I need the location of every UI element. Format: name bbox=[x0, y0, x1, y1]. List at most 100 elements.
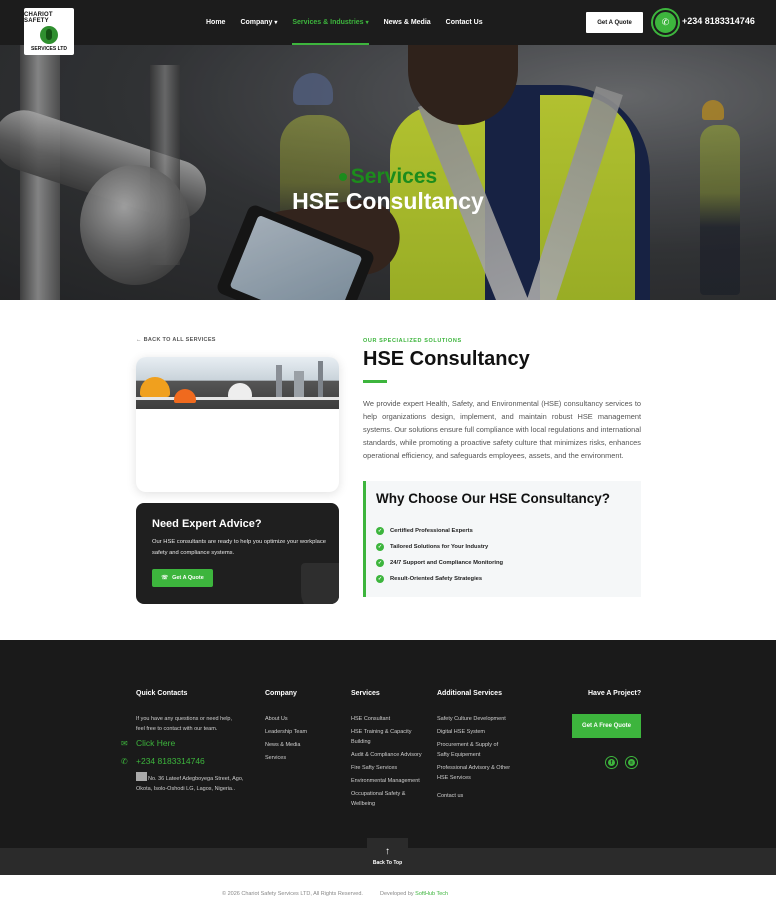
footer-link[interactable]: News & Media bbox=[265, 740, 335, 750]
refinery-tower bbox=[318, 361, 323, 399]
advice-get-quote-button[interactable]: ☏ Get A Quote bbox=[152, 569, 213, 587]
hard-hat bbox=[174, 389, 196, 403]
footer-link[interactable]: Digital HSE System bbox=[437, 727, 511, 737]
footer-link[interactable]: HSE Consultant bbox=[351, 714, 427, 724]
expert-advice-card: Need Expert Advice? Our HSE consultants … bbox=[136, 503, 339, 604]
back-link-label: BACK TO ALL SERVICES bbox=[143, 337, 216, 343]
back-to-top-label: Back To Top bbox=[372, 860, 403, 866]
phone-icon[interactable]: ✆ bbox=[653, 10, 678, 35]
dot-icon bbox=[338, 173, 347, 182]
list-item: ✓ Tailored Solutions for Your Industry bbox=[376, 539, 503, 555]
nav-label: Company bbox=[240, 19, 273, 26]
footer-link[interactable]: HSE Training & Capacity Building bbox=[351, 727, 427, 747]
refinery-tower bbox=[294, 371, 304, 399]
hero-title: HSE Consultancy bbox=[292, 188, 484, 214]
advice-title: Need Expert Advice? bbox=[152, 518, 262, 530]
list-item-label: Tailored Solutions for Your Industry bbox=[390, 544, 489, 550]
title-underline bbox=[363, 380, 387, 383]
nav-company[interactable]: Company ▾ bbox=[240, 0, 277, 45]
back-to-top-button[interactable]: ↑ Back To Top bbox=[367, 838, 408, 875]
phone-icon: ✆ bbox=[121, 756, 128, 766]
advice-text: Our HSE consultants are ready to help yo… bbox=[152, 539, 326, 556]
header-phone-number[interactable]: +234 8183314746 bbox=[682, 16, 755, 26]
service-image bbox=[136, 357, 339, 409]
map-icon bbox=[136, 772, 147, 781]
footer-link[interactable]: Safety Culture Development bbox=[437, 714, 511, 724]
nav-label: Home bbox=[206, 19, 226, 26]
why-choose-list: ✓ Certified Professional Experts ✓ Tailore… bbox=[376, 523, 503, 587]
arrow-left-icon: ← bbox=[136, 337, 142, 343]
footer-link[interactable]: Occupational Safety & Wellbeing bbox=[351, 789, 427, 809]
nav-services-industries[interactable]: Services & Industries ▾ bbox=[292, 0, 369, 45]
footer-link[interactable]: Services bbox=[265, 753, 335, 763]
get-a-free-quote-button[interactable]: Get A Free Quote bbox=[572, 714, 641, 738]
footer-email-label: Click Here bbox=[136, 738, 176, 748]
footer-link[interactable]: Environmental Management bbox=[351, 776, 427, 786]
copyright-bar: © 2026 Chariot Safety Services LTD, All … bbox=[0, 875, 776, 913]
company-logo[interactable]: CHARIOT SAFETY SERVICES LTD bbox=[24, 8, 74, 55]
shield-icon bbox=[301, 563, 339, 604]
main-nav: Home Company ▾ Services & Industries ▾ New… bbox=[206, 0, 498, 45]
nav-label: Services & Industries bbox=[292, 19, 364, 26]
why-choose-title: Why Choose Our HSE Consultancy? bbox=[376, 491, 611, 506]
service-image-card bbox=[136, 357, 339, 492]
footer-link[interactable]: Contact us bbox=[437, 791, 511, 801]
hard-hat bbox=[140, 377, 170, 397]
hero-eyebrow: Services bbox=[0, 165, 776, 189]
footer-email-link[interactable]: ✉ Click Here bbox=[121, 738, 175, 748]
list-item-label: 24/7 Support and Compliance Monitoring bbox=[390, 560, 504, 566]
list-item: ✓ 24/7 Support and Compliance Monitoring bbox=[376, 555, 503, 571]
get-a-quote-button[interactable]: Get A Quote bbox=[586, 12, 643, 33]
footer-phone-label: +234 8183314746 bbox=[136, 756, 205, 766]
footer-heading-have-a-project: Have A Project? bbox=[588, 690, 642, 697]
site-footer: Quick Contacts If you have any questions… bbox=[0, 640, 776, 848]
footer-heading-services: Services bbox=[351, 690, 380, 697]
chevron-down-icon: ▾ bbox=[365, 20, 369, 26]
logo-text-top: CHARIOT SAFETY bbox=[24, 11, 53, 24]
footer-link[interactable]: Leadership Team bbox=[265, 727, 335, 737]
spotify-icon[interactable]: ≡ bbox=[625, 756, 638, 769]
page-title: HSE Consultancy bbox=[363, 348, 530, 370]
logo-emblem-icon bbox=[40, 25, 58, 44]
chat-icon: ☏ bbox=[161, 575, 169, 581]
footer-additional-links: Safety Culture Development Digital HSE S… bbox=[437, 714, 511, 804]
check-circle-icon: ✓ bbox=[376, 543, 384, 551]
nav-label: Contact Us bbox=[445, 19, 483, 26]
developer-credit: Developed by SoftHub Tech bbox=[380, 891, 448, 897]
chevron-down-icon: ▾ bbox=[274, 20, 278, 26]
back-to-services-link[interactable]: ← BACK TO ALL SERVICES bbox=[136, 337, 216, 343]
nav-news-media[interactable]: News & Media bbox=[384, 0, 431, 45]
hero-banner: Services HSE Consultancy bbox=[0, 45, 776, 300]
nav-label: News & Media bbox=[383, 19, 431, 26]
list-item-label: Certified Professional Experts bbox=[390, 528, 473, 534]
logo-text-bottom: SERVICES LTD bbox=[31, 45, 67, 52]
list-item: ✓ Result-Oriented Safety Strategies bbox=[376, 571, 503, 587]
footer-services-links: HSE Consultant HSE Training & Capacity B… bbox=[351, 714, 427, 812]
footer-link[interactable]: Professional Advisory & Other HSE Servic… bbox=[437, 763, 511, 783]
footer-link[interactable]: Procurement & Supply of Safty Equipement bbox=[437, 740, 511, 760]
footer-phone-link[interactable]: ✆ +234 8183314746 bbox=[121, 756, 205, 766]
facebook-icon[interactable]: f bbox=[605, 756, 618, 769]
refinery-tower bbox=[276, 365, 282, 399]
facebook-glyph: f bbox=[608, 759, 615, 766]
hero-eyebrow-text: Services bbox=[350, 165, 438, 188]
footer-heading-company: Company bbox=[265, 690, 297, 697]
footer-company-links: About Us Leadership Team News & Media Se… bbox=[265, 714, 335, 766]
footer-address: No. 36 Lateef Adegboyega Street, Ago, Ok… bbox=[136, 772, 246, 794]
section-eyebrow: OUR SPECIALIZED SOLUTIONS bbox=[363, 338, 462, 344]
advice-button-label: Get A Quote bbox=[172, 575, 204, 581]
footer-contact-intro: If you have any questions or need help, … bbox=[136, 716, 233, 732]
mail-icon: ✉ bbox=[121, 738, 128, 748]
hard-hat bbox=[228, 383, 252, 399]
footer-link[interactable]: About Us bbox=[265, 714, 335, 724]
why-choose-box: Why Choose Our HSE Consultancy? ✓ Certifi… bbox=[363, 481, 641, 597]
list-item-label: Result-Oriented Safety Strategies bbox=[390, 576, 483, 582]
nav-home[interactable]: Home bbox=[206, 0, 225, 45]
nav-contact-us[interactable]: Contact Us bbox=[446, 0, 483, 45]
footer-link[interactable]: Audit & Compliance Advisory bbox=[351, 750, 427, 760]
footer-heading-additional-services: Additional Services bbox=[437, 690, 502, 697]
service-description: We provide expert Health, Safety, and En… bbox=[363, 399, 641, 460]
copyright-text: © 2026 Chariot Safety Services LTD, All … bbox=[222, 891, 363, 897]
developer-link[interactable]: SoftHub Tech bbox=[415, 891, 448, 897]
footer-link[interactable]: Fire Safty Services bbox=[351, 763, 427, 773]
